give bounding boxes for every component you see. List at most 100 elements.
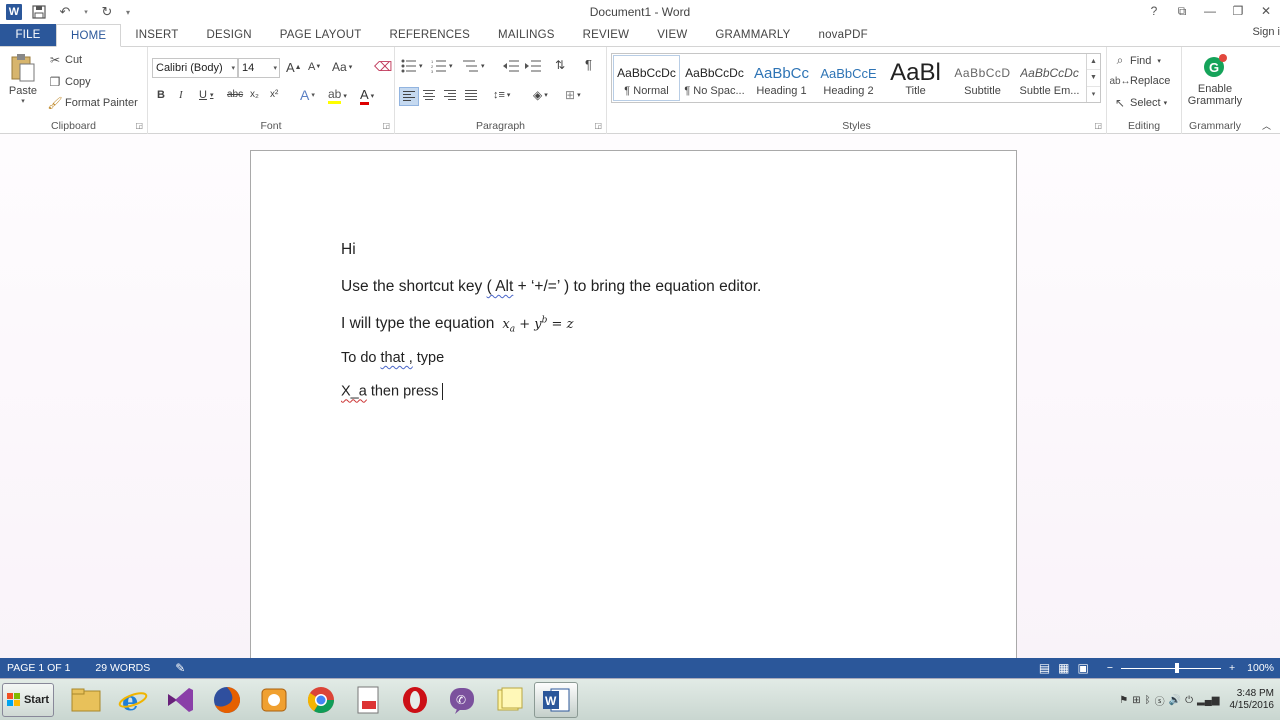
- font-size-combo[interactable]: 14 ▾: [238, 58, 280, 78]
- italic-button[interactable]: I: [179, 89, 183, 101]
- justify-button[interactable]: [465, 90, 477, 101]
- taskbar-chrome[interactable]: [299, 682, 343, 718]
- doc-line-instruction[interactable]: To do that , type: [341, 350, 444, 366]
- decrease-indent-button[interactable]: [503, 59, 519, 73]
- minimize-button[interactable]: —: [1196, 0, 1224, 22]
- proofing-icon[interactable]: ✎: [175, 661, 185, 675]
- style-heading-2[interactable]: AaBbCcE Heading 2: [815, 55, 882, 101]
- font-color-button[interactable]: A ▾: [360, 87, 374, 105]
- borders-button[interactable]: ⊞ ▾: [565, 88, 581, 102]
- align-left-button[interactable]: [399, 87, 419, 106]
- ribbon-display-options-button[interactable]: ⧉: [1168, 0, 1196, 22]
- taskbar-visual-studio[interactable]: [158, 682, 202, 718]
- zoom-slider-thumb[interactable]: [1175, 662, 1179, 673]
- style-subtle-emphasis[interactable]: AaBbCcDc Subtle Em...: [1016, 55, 1083, 101]
- line-spacing-button[interactable]: ↕≡ ▾: [493, 89, 510, 101]
- document-page[interactable]: Hi Use the shortcut key ( Alt + ‘+/=’ ) …: [250, 150, 1017, 670]
- save-icon[interactable]: [30, 3, 48, 21]
- close-button[interactable]: ✕: [1252, 0, 1280, 22]
- tray-bluetooth-icon[interactable]: ᛒ: [1145, 695, 1151, 706]
- doc-line-equation[interactable]: I will type the equation xa + yb = z: [341, 315, 573, 335]
- tab-grammarly[interactable]: GRAMMARLY: [701, 24, 804, 46]
- tray-skype-icon[interactable]: ⓢ: [1155, 693, 1165, 708]
- help-button[interactable]: ?: [1140, 0, 1168, 22]
- superscript-button[interactable]: x²: [270, 89, 278, 100]
- taskbar-internet-explorer[interactable]: e: [111, 682, 155, 718]
- grow-font-button[interactable]: A ▲: [286, 60, 302, 75]
- undo-dropdown-icon[interactable]: ▾: [82, 3, 90, 21]
- tray-power-icon[interactable]: ⏻: [1185, 695, 1193, 706]
- styles-dialog-launcher-icon[interactable]: ◲: [1094, 121, 1102, 130]
- format-painter-button[interactable]: 🖌 Format Painter: [47, 96, 137, 110]
- doc-line-greeting[interactable]: Hi: [341, 241, 356, 259]
- find-button[interactable]: ⌕ Find ▾: [1113, 53, 1161, 68]
- underline-button[interactable]: U ▾: [199, 89, 213, 101]
- text-effects-button[interactable]: A ▾: [300, 87, 315, 103]
- increase-indent-button[interactable]: [525, 59, 541, 73]
- select-button[interactable]: ↖ Select ▾: [1113, 96, 1167, 110]
- tray-flag-icon[interactable]: ⚑: [1119, 695, 1128, 706]
- tray-volume-icon[interactable]: 🔊: [1169, 695, 1181, 706]
- zoom-slider[interactable]: [1121, 662, 1221, 673]
- taskbar-media-app[interactable]: [252, 682, 296, 718]
- tab-mailings[interactable]: MAILINGS: [484, 24, 569, 46]
- styles-scroll-down-icon[interactable]: ▼: [1087, 70, 1100, 87]
- show-formatting-button[interactable]: ¶: [585, 57, 592, 72]
- equation-object[interactable]: xa + yb = z: [502, 316, 573, 335]
- cut-button[interactable]: ✂ Cut: [48, 53, 82, 67]
- taskbar-sticky-notes[interactable]: [487, 682, 531, 718]
- copy-button[interactable]: ❐ Copy: [48, 75, 91, 89]
- shading-button[interactable]: ◈ ▾: [533, 88, 548, 102]
- taskbar-word[interactable]: W: [534, 681, 578, 718]
- taskbar-viber[interactable]: ✆: [440, 682, 484, 718]
- zoom-in-button[interactable]: +: [1229, 662, 1235, 674]
- tray-network-icon[interactable]: ▂▄▆: [1197, 695, 1219, 706]
- tab-novapdf[interactable]: novaPDF: [804, 24, 881, 46]
- taskbar-file-explorer[interactable]: [64, 682, 108, 718]
- sort-button[interactable]: ⇅: [555, 58, 565, 72]
- taskbar-opera[interactable]: [393, 682, 437, 718]
- zoom-level[interactable]: 100%: [1247, 662, 1274, 674]
- tab-view[interactable]: VIEW: [643, 24, 701, 46]
- tab-references[interactable]: REFERENCES: [375, 24, 484, 46]
- bullets-button[interactable]: ▾: [401, 59, 423, 73]
- multilevel-list-button[interactable]: ▾: [463, 59, 485, 73]
- restore-button[interactable]: ❐: [1224, 0, 1252, 22]
- highlight-button[interactable]: ab ▾: [328, 87, 347, 104]
- collapse-ribbon-icon[interactable]: ︿: [1262, 119, 1271, 132]
- numbering-button[interactable]: 123 ▾: [431, 59, 453, 73]
- paragraph-dialog-launcher-icon[interactable]: ◲: [594, 121, 602, 130]
- font-name-combo[interactable]: Calibri (Body) ▾: [152, 58, 238, 78]
- styles-more-icon[interactable]: ▾: [1087, 87, 1100, 102]
- taskbar-firefox[interactable]: [205, 682, 249, 718]
- clear-formatting-button[interactable]: ⌫: [374, 59, 392, 75]
- styles-scroll-up-icon[interactable]: ▲: [1087, 54, 1100, 71]
- doc-line-typing[interactable]: X_a then press: [341, 383, 443, 400]
- page-count[interactable]: PAGE 1 OF 1: [7, 662, 70, 674]
- style-no-spacing[interactable]: AaBbCcDc ¶ No Spac...: [681, 55, 748, 101]
- change-case-button[interactable]: Aa ▾: [332, 60, 352, 74]
- customize-qat-icon[interactable]: ▾: [124, 3, 132, 21]
- tab-file[interactable]: FILE: [0, 24, 56, 46]
- paste-button[interactable]: Paste ▾: [6, 53, 40, 105]
- tab-home[interactable]: HOME: [56, 24, 122, 47]
- style-title[interactable]: AaBl Title: [882, 55, 949, 101]
- style-normal[interactable]: AaBbCcDc ¶ Normal: [613, 55, 680, 101]
- start-button[interactable]: Start: [2, 682, 54, 717]
- shrink-font-button[interactable]: A ▼: [308, 61, 321, 73]
- word-logo-icon[interactable]: W: [6, 4, 22, 20]
- style-heading-1[interactable]: AaBbCc Heading 1: [748, 55, 815, 101]
- taskbar-pdf-app[interactable]: [346, 682, 390, 718]
- clipboard-dialog-launcher-icon[interactable]: ◲: [135, 121, 143, 130]
- tab-insert[interactable]: INSERT: [121, 24, 192, 46]
- tab-page-layout[interactable]: PAGE LAYOUT: [266, 24, 376, 46]
- undo-icon[interactable]: ↶: [56, 3, 74, 21]
- font-dialog-launcher-icon[interactable]: ◲: [382, 121, 390, 130]
- align-right-button[interactable]: [444, 90, 456, 101]
- tab-review[interactable]: REVIEW: [569, 24, 644, 46]
- zoom-out-button[interactable]: −: [1107, 662, 1113, 674]
- web-layout-icon[interactable]: ▣: [1078, 661, 1089, 675]
- replace-button[interactable]: ab↔ Replace: [1109, 75, 1170, 87]
- print-layout-icon[interactable]: ▦: [1058, 661, 1069, 675]
- clock[interactable]: 3:48 PM 4/15/2016: [1230, 688, 1275, 712]
